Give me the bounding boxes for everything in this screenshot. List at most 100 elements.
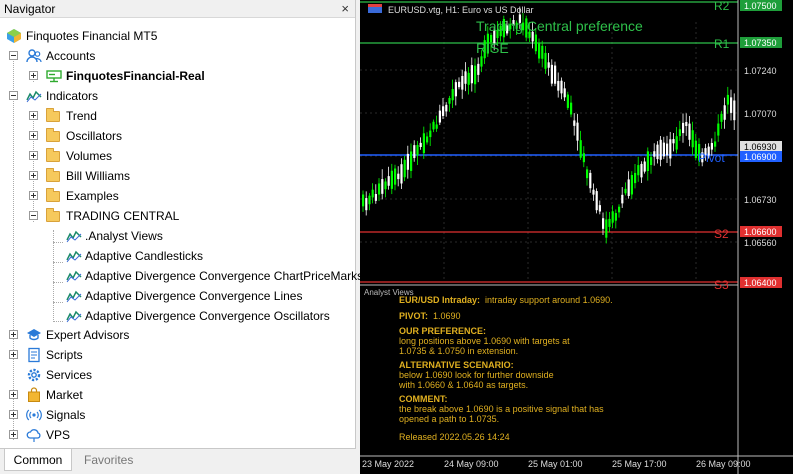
price-label: 1.06560 [744,238,777,248]
tree-folder-label: Trend [66,109,97,123]
candle-body [611,211,614,223]
tree-item-adc-chartpricemarks[interactable]: Adaptive Divergence Convergence ChartPri… [0,266,363,286]
navigator-tree: Finquotes Financial MT5 Accounts Finquot… [0,18,363,448]
candle-body [544,52,547,69]
tree-account-label: FinquotesFinancial-Real [66,69,205,83]
tree-item-adc-oscillators[interactable]: Adaptive Divergence Convergence Oscillat… [0,306,350,326]
preference-text: 1.0735 & 1.0750 in extension. [399,346,519,356]
tree-group-label: Expert Advisors [46,328,130,342]
candle-body [390,170,393,189]
candle-body [666,143,669,156]
tree-indicator-label: .Analyst Views [85,229,163,243]
indicator-icon [66,270,82,283]
candle-body [730,97,733,113]
candle-body [547,62,550,68]
preference-label: OUR PREFERENCE: [399,326,487,336]
graduation-cap-icon [27,329,41,341]
candle-body [394,168,397,185]
expand-icon[interactable] [29,111,38,120]
candle-body [650,157,653,165]
candle-body [403,159,406,178]
candle-body [621,194,624,204]
folder-icon [46,108,60,122]
shopping-bag-icon [28,387,40,402]
tree-item-adc-lines[interactable]: Adaptive Divergence Convergence Lines [0,286,350,306]
price-label: 1.07240 [744,66,777,76]
candle-body [474,65,477,85]
tree-indicator-label: Adaptive Candlesticks [85,249,204,263]
tree-folder-label: Bill Williams [66,169,130,183]
expand-icon[interactable] [29,151,38,160]
tree-item-signals[interactable]: Signals [0,405,350,425]
candle-body [691,130,694,148]
candle-body [586,169,589,179]
candle-body [400,164,403,184]
tree-item-indicators[interactable]: Indicators [0,86,350,106]
candle-body [643,161,646,172]
candle-body [582,153,585,163]
expand-icon[interactable] [29,71,38,80]
tree-indicators-label: Indicators [46,89,99,103]
candle-body [454,82,457,97]
symbol-title: EURUSD.vtg, H1: Euro vs US Dollar [388,5,534,15]
candle-body [566,94,569,108]
folder-open-icon [46,208,60,222]
tree-item-bill-williams[interactable]: Bill Williams [0,166,350,186]
candle-body [458,81,461,88]
collapse-icon[interactable] [9,51,18,60]
tree-item-expert-advisors[interactable]: Expert Advisors [0,325,350,345]
price-label: 1.07070 [744,109,777,119]
tree-item-oscillators[interactable]: Oscillators [0,126,350,146]
indicator-icon [66,290,82,303]
expand-icon[interactable] [9,350,18,359]
expand-icon[interactable] [29,191,38,200]
candle-body [445,104,448,112]
tree-group-label: Signals [46,408,86,422]
tree-item-root[interactable]: Finquotes Financial MT5 [0,26,350,46]
tree-item-services[interactable]: Services [0,365,350,385]
tree-item-account[interactable]: FinquotesFinancial-Real [0,66,350,86]
tree-item-vps[interactable]: VPS [0,425,350,445]
collapse-icon[interactable] [9,91,18,100]
expand-icon[interactable] [9,390,18,399]
tree-group-label: Market [46,388,83,402]
candle-body [560,80,563,94]
expand-icon[interactable] [9,330,18,339]
expand-icon[interactable] [29,131,38,140]
candle-body [480,56,483,67]
tab-favorites[interactable]: Favorites [76,449,140,471]
tree-item-trading-central[interactable]: TRADING CENTRAL [0,206,350,226]
candle-body [378,183,381,195]
level-pivot-label: Pivot [698,151,725,165]
indicator-icon [66,310,82,323]
candle-body [605,219,608,238]
candle-body [538,43,541,59]
tree-item-volumes[interactable]: Volumes [0,146,350,166]
time-label: 23 May 2022 [362,459,414,469]
expand-icon[interactable] [9,430,18,439]
tab-common[interactable]: Common [4,449,72,471]
tree-indicator-label: Adaptive Divergence Convergence Oscillat… [85,309,330,323]
candlesticks [362,6,736,244]
tree-item-trend[interactable]: Trend [0,106,350,126]
tree-item-examples[interactable]: Examples [0,186,350,206]
collapse-icon[interactable] [29,211,38,220]
navigator-panel: Navigator × Finquotes Financial MT5 Acco… [0,0,363,474]
candle-body [406,153,409,170]
candle-body [557,81,560,91]
candle-body [541,45,544,59]
expand-icon[interactable] [29,171,38,180]
close-icon[interactable]: × [341,1,349,17]
tree-item-adaptive-candlesticks[interactable]: Adaptive Candlesticks [0,246,350,266]
expand-icon[interactable] [9,410,18,419]
tree-item-analyst-views[interactable]: .Analyst Views [0,226,350,246]
candle-body [595,191,598,211]
tree-group-label: Scripts [46,348,83,362]
candle-body [365,198,368,211]
tree-item-accounts[interactable]: Accounts [0,46,350,66]
candle-body [656,144,659,160]
candle-body [426,136,429,143]
tree-item-market[interactable]: Market [0,385,350,405]
candle-body [723,105,726,120]
tree-item-scripts[interactable]: Scripts [0,345,350,365]
